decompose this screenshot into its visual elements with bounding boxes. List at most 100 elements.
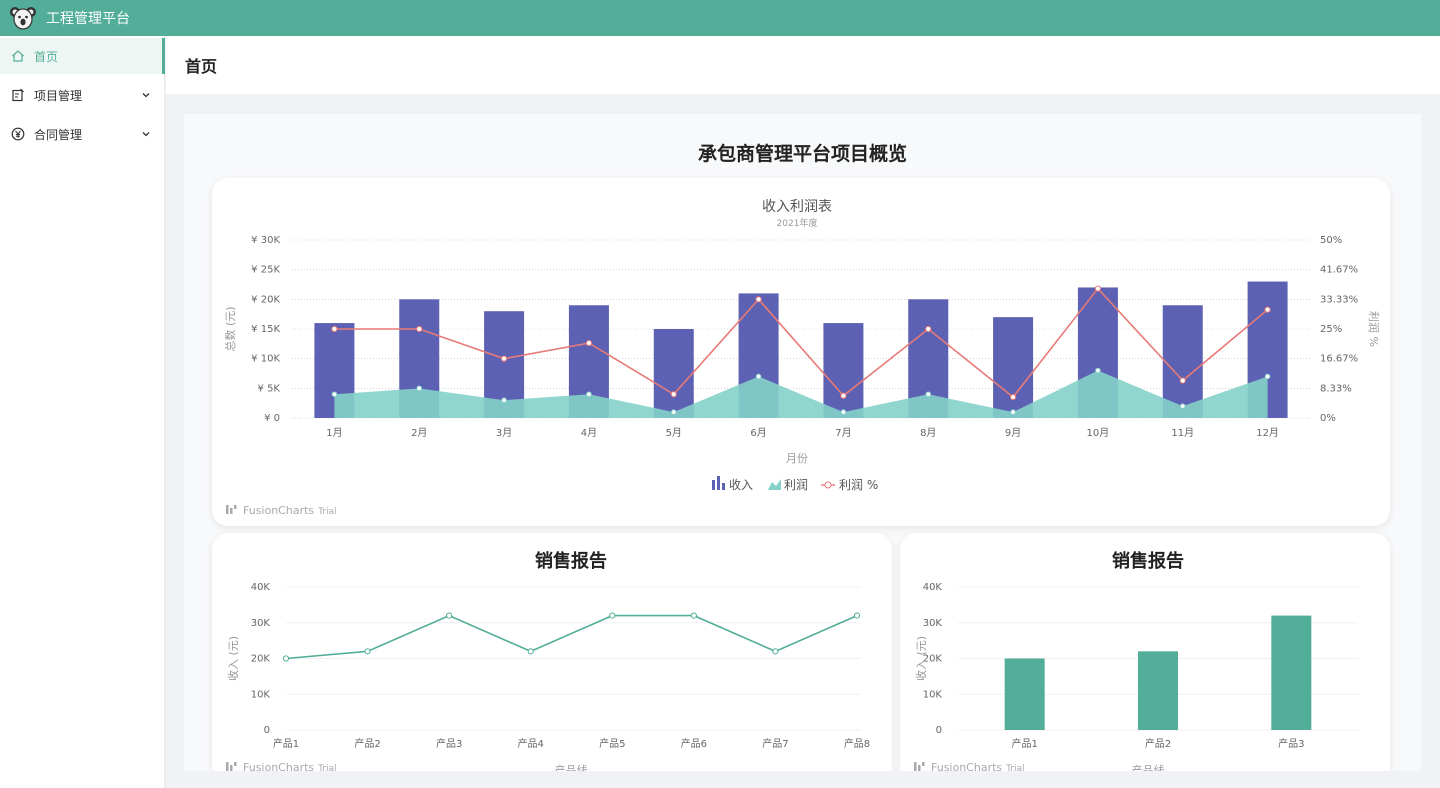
profit-pct-point [1094, 285, 1102, 292]
sales-line [285, 614, 858, 660]
x-tick-label: 产品7 [762, 737, 788, 750]
y2-tick-label: 8.33% [1320, 383, 1352, 394]
app-title: 工程管理平台 [46, 11, 130, 27]
profit-pct-point [416, 325, 423, 333]
x-tick-label: 7月 [835, 427, 851, 439]
profit-area [334, 370, 1268, 418]
x-axis-title: 产品线 [1132, 763, 1165, 771]
y-tick-label: 0 [264, 725, 270, 736]
chevron-down-icon[interactable] [141, 90, 151, 100]
dashboard-content: 承包商管理平台项目概览 收入利润表 2021年度 ¥ 0 ¥ 5K ¥ 10K ¥ 15K… [184, 114, 1421, 771]
x-axis-title: 月份 [786, 452, 808, 465]
revenue-profit-chart-card: 收入利润表 2021年度 ¥ 0 ¥ 5K ¥ 10K ¥ 15K ¥ 20K ¥ 25K ¥ … [212, 178, 1390, 526]
sales-point [364, 648, 371, 655]
profit-point [1179, 403, 1186, 409]
profit-point [925, 391, 932, 398]
y2-tick-label: 25% [1320, 324, 1342, 335]
profit-pct-point [1179, 377, 1186, 384]
x-tick-label: 6月 [750, 427, 766, 439]
chevron-down-icon[interactable] [141, 129, 151, 139]
profit-pct-point [1009, 393, 1017, 401]
sales-bar-chart[interactable]: 销售报告010K20K30K40K收入 (元)产品1 产品2 产品3产品线Fusio… [900, 533, 1390, 771]
profit-point [1095, 367, 1101, 374]
x-tick-label: 1月 [326, 427, 342, 439]
x-tick-label: 3月 [496, 427, 512, 439]
watermark-logo-bar [918, 765, 921, 771]
revenue-bar [993, 317, 1034, 418]
sales-point [772, 648, 779, 655]
y2-tick-label: 41.67% [1320, 265, 1358, 276]
profit-pct-point [331, 325, 338, 333]
x-tick-label: 产品3 [436, 737, 462, 750]
sidebar-item-label: 合同管理 [34, 127, 83, 142]
legend-label: 利润 [784, 478, 808, 492]
x-tick-label: 产品8 [844, 737, 870, 750]
y-tick-label: 40K [251, 582, 271, 593]
chart-subtitle: 2021年度 [777, 217, 818, 229]
x-tick-label: 产品6 [681, 737, 707, 750]
profit-pct-point [670, 391, 677, 398]
profit-pct-point [500, 355, 508, 362]
fusioncharts-watermark: FusionCharts Trial [914, 761, 1025, 771]
chart-title: 销售报告 [1112, 550, 1184, 572]
profit-pct-point [585, 339, 593, 347]
watermark-brand: FusionCharts [243, 761, 314, 771]
sales-point [282, 655, 290, 662]
y-tick-label: ¥ 0 [264, 413, 280, 424]
profit-pct-line [334, 287, 1269, 399]
watermark-logo-bar [230, 765, 233, 771]
x-tick-label: 产品5 [599, 737, 625, 750]
x-tick-label: 12月 [1256, 427, 1279, 439]
y2-tick-label: 33.33% [1320, 294, 1358, 305]
legend-bar-icon [717, 476, 720, 490]
sales-bar [1271, 615, 1312, 730]
sidebar: 首页 项目管理 合同管理 [0, 36, 165, 788]
sidebar-item-contracts[interactable]: 合同管理 [0, 116, 164, 152]
y2-tick-label: 50% [1320, 235, 1342, 246]
y-tick-label: ¥ 15K [251, 324, 280, 335]
legend-label: 利润 % [839, 478, 878, 492]
y-tick-label: ¥ 5K [258, 383, 281, 394]
y2-tick-label: 16.67% [1320, 354, 1358, 365]
revenue-profit-chart[interactable]: 收入利润表 2021年度 ¥ 0 ¥ 5K ¥ 10K ¥ 15K ¥ 20K ¥ 25K ¥ … [212, 178, 1390, 526]
home-icon [12, 50, 24, 62]
x-tick-label: 产品1 [1011, 737, 1037, 750]
x-tick-label: 产品1 [273, 737, 299, 750]
fusioncharts-watermark: FusionCharts Trial [226, 504, 337, 517]
sidebar-item-projects[interactable]: 项目管理 [0, 77, 164, 113]
profit-point [1010, 409, 1016, 415]
x-tick-label: 产品4 [518, 737, 544, 750]
y-axis-title: 总数 (元) [223, 306, 237, 351]
watermark-suffix: Trial [1005, 764, 1024, 771]
sales-line-chart-card: 销售报告 0 10K 20K 30K 40K 收入 (元) 产品1 产品2 产品3 产品4 产品5 产品… [212, 533, 892, 771]
profit-pct-point [840, 392, 847, 399]
y-tick-label: 10K [923, 689, 943, 700]
sales-point [690, 612, 697, 619]
watermark-logo-bar [922, 762, 925, 766]
chart-title: 收入利润表 [762, 199, 832, 215]
profit-point [1264, 373, 1271, 380]
watermark-text: FusionCharts Trial [931, 761, 1025, 771]
sales-line-chart[interactable]: 销售报告 0 10K 20K 30K 40K 收入 (元) 产品1 产品2 产品3 产品4 产品5 产品… [212, 533, 892, 771]
y-tick-label: ¥ 20K [251, 294, 280, 305]
y-tick-label: 20K [251, 654, 271, 665]
sales-point [527, 648, 534, 655]
y-tick-label: 0 [936, 725, 942, 736]
y-tick-label: ¥ 10K [251, 354, 280, 365]
legend-bar-icon [712, 480, 715, 490]
y-tick-label: 30K [251, 618, 271, 629]
x-tick-label: 9月 [1005, 427, 1021, 439]
x-tick-label: 4月 [581, 427, 597, 439]
watermark-logo-bar [914, 762, 917, 771]
x-axis-title: 产品线 [555, 763, 588, 771]
x-tick-label: 产品2 [1145, 737, 1171, 750]
profit-pct-point [925, 325, 932, 333]
profit-pct-point [1264, 306, 1271, 313]
x-tick-label: 5月 [666, 427, 682, 439]
koala-icon[interactable] [10, 5, 36, 31]
sidebar-item-home[interactable]: 首页 [0, 38, 165, 74]
watermark-suffix: Trial [317, 507, 336, 517]
x-tick-label: 11月 [1171, 427, 1194, 439]
page-title: 首页 [185, 57, 218, 76]
profit-point [331, 391, 338, 398]
